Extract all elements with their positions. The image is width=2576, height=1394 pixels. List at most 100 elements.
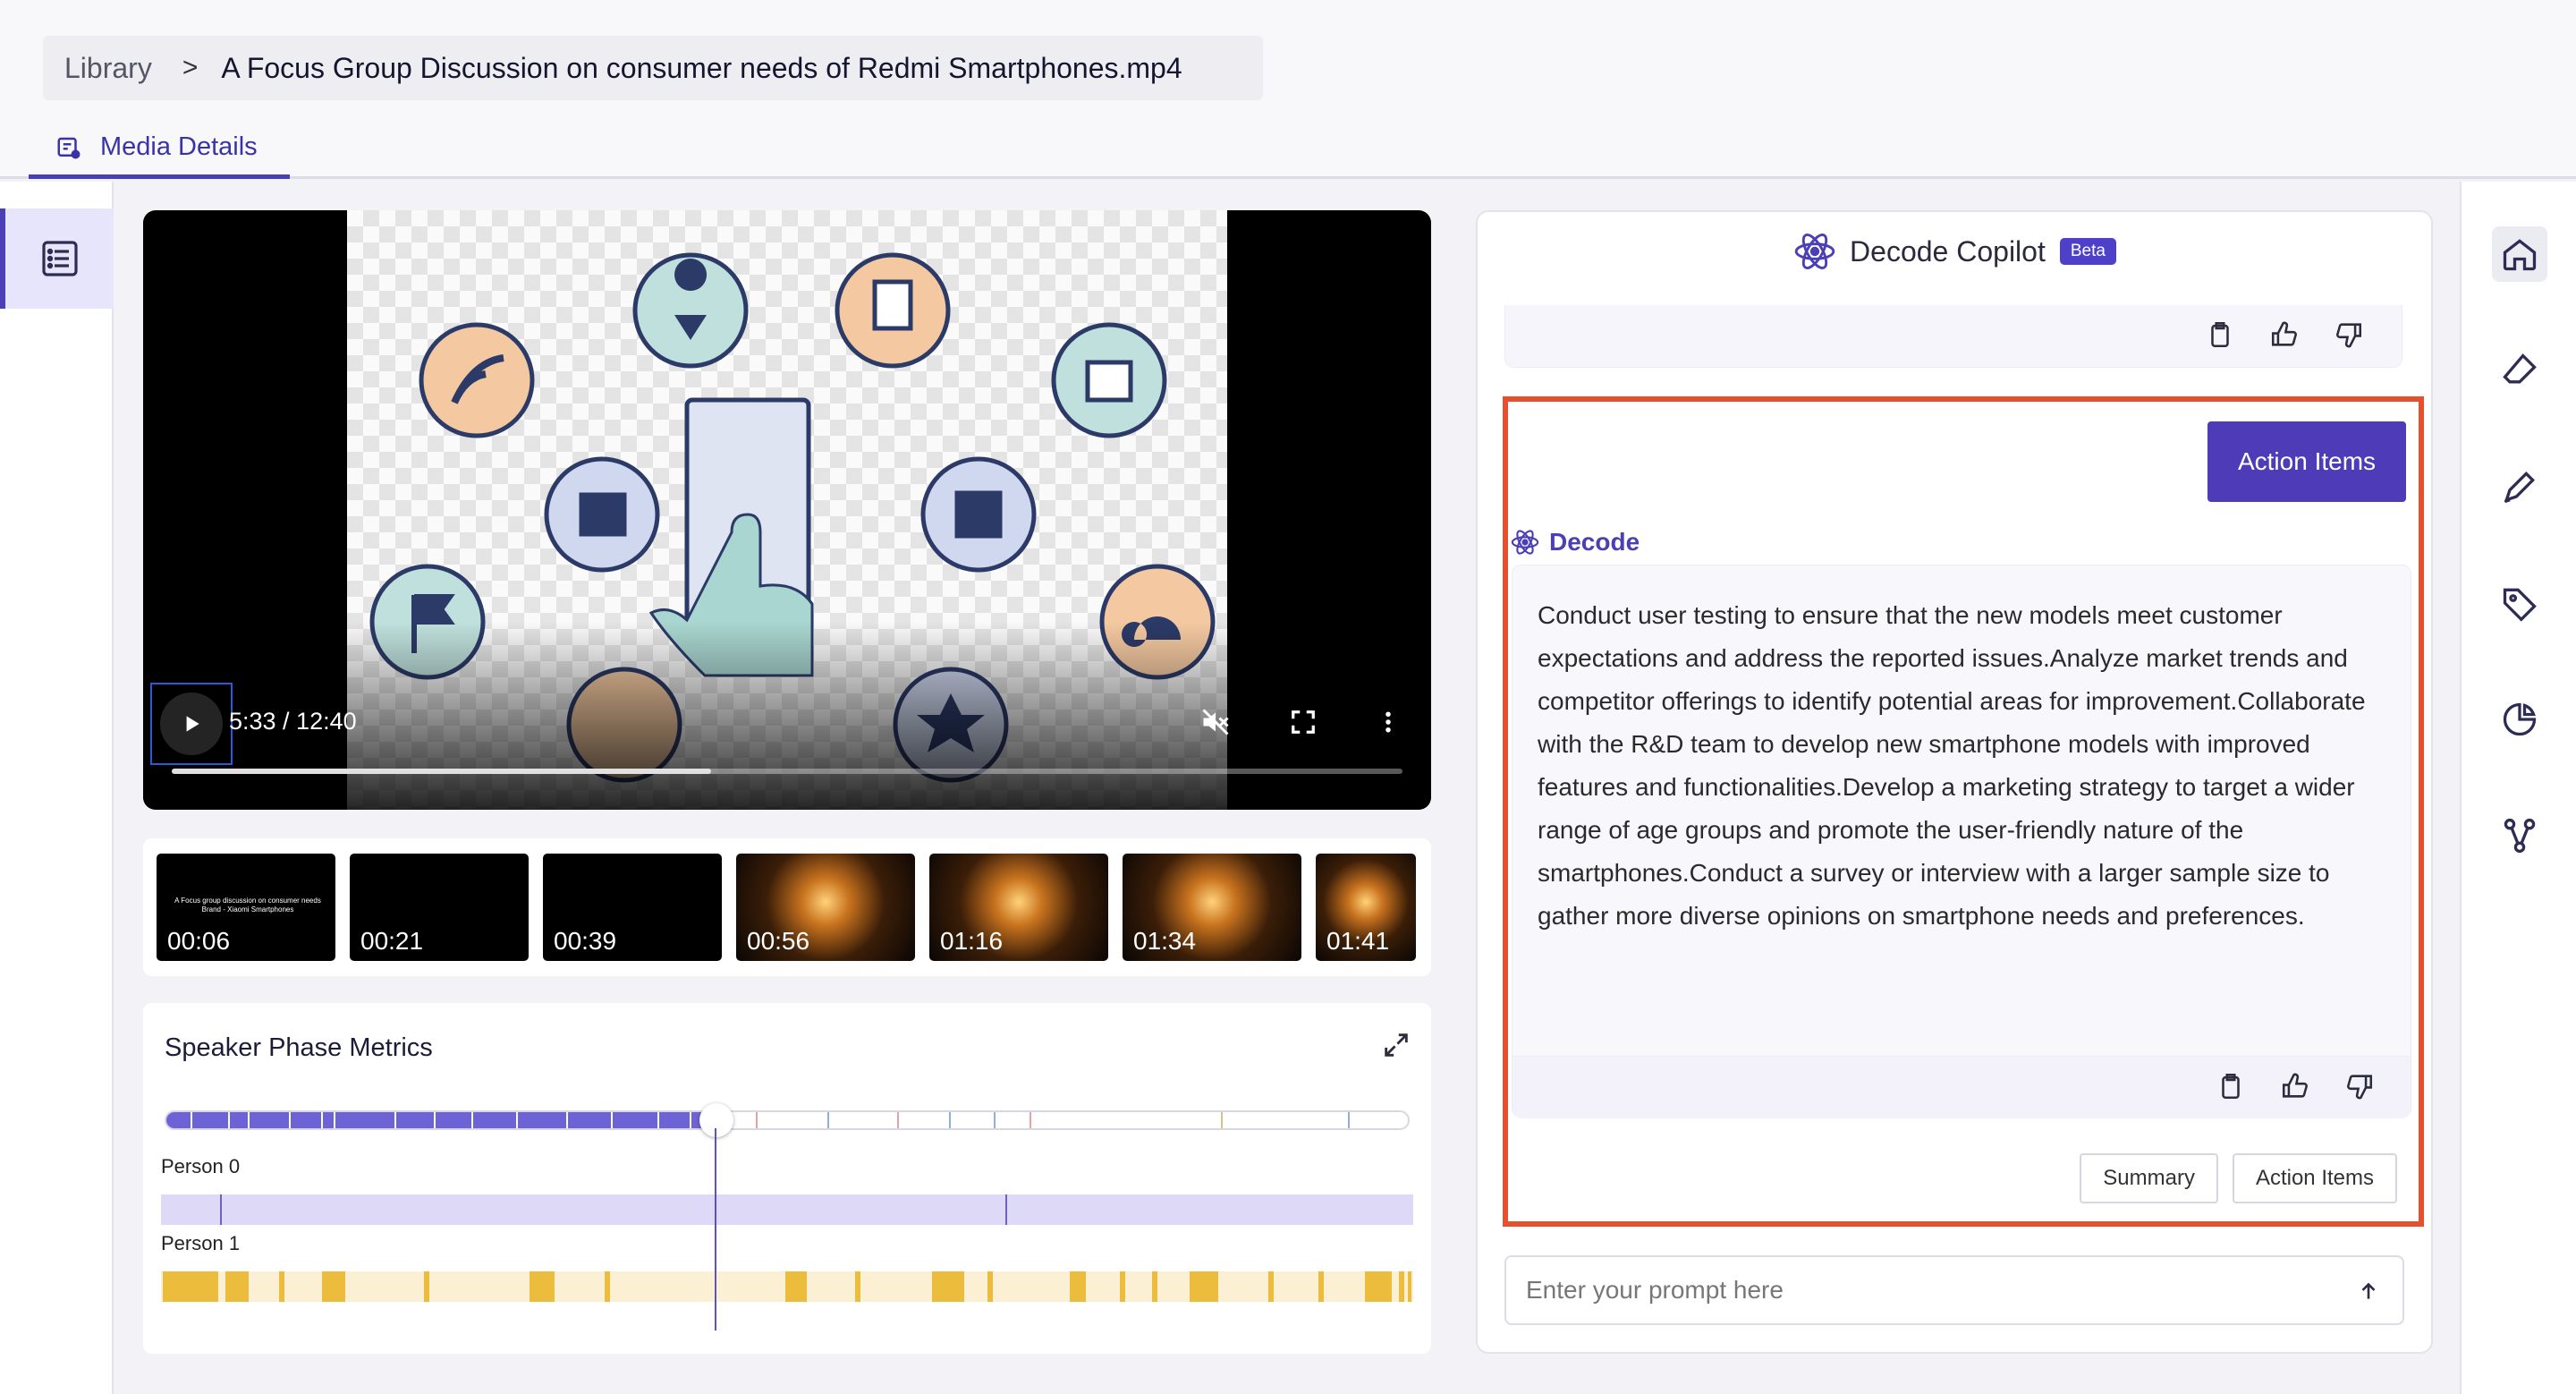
person-1-segment	[855, 1271, 860, 1302]
thumbnail[interactable]: 00:56	[736, 854, 915, 961]
person-0-label: Person 0	[161, 1155, 241, 1177]
thumbnail[interactable]: 01:41	[1316, 854, 1416, 961]
video-progress-fill	[172, 769, 711, 774]
copy-icon[interactable]	[2205, 319, 2235, 350]
copilot-panel: Decode Copilot Beta Action Items Decode …	[1476, 210, 2433, 1354]
assistant-label: Decode	[1510, 527, 1640, 557]
person-0-segment	[220, 1194, 222, 1225]
assistant-response-text: Conduct user testing to ensure that the …	[1538, 601, 2366, 930]
mute-icon	[1202, 709, 1229, 735]
play-button[interactable]	[150, 683, 233, 765]
tab-media-details[interactable]: Media Details	[29, 120, 290, 179]
eraser-icon[interactable]	[2492, 343, 2547, 398]
speaker-timeline[interactable]	[165, 1110, 1410, 1130]
thumbnail-strip: A Focus group discussion on consumer nee…	[143, 838, 1431, 976]
left-sidebar	[0, 182, 114, 1394]
person-1-segment	[424, 1271, 429, 1302]
video-player[interactable]: 5:33 / 12:40	[143, 210, 1431, 810]
assistant-response-card: Conduct user testing to ensure that the …	[1512, 565, 2411, 1118]
send-button[interactable]	[2351, 1273, 2386, 1309]
summary-button[interactable]: Summary	[2080, 1153, 2218, 1203]
copy-icon[interactable]	[2216, 1071, 2246, 1101]
person-1-segment	[1408, 1271, 1411, 1302]
fullscreen-button[interactable]	[1285, 704, 1321, 740]
person-1-lane	[161, 1271, 1413, 1302]
previous-response-card	[1504, 305, 2402, 368]
mute-button[interactable]	[1198, 704, 1233, 740]
play-icon	[186, 716, 199, 732]
right-sidebar	[2460, 182, 2576, 1394]
thumbnail-time: 01:34	[1133, 927, 1197, 955]
thumbnail[interactable]: 00:39	[543, 854, 722, 961]
breadcrumb-current-file: A Focus Group Discussion on consumer nee…	[221, 51, 1182, 84]
person-1-segment	[1152, 1271, 1157, 1302]
person-1-segment	[1318, 1271, 1324, 1302]
quick-action-buttons: Summary Action Items	[2080, 1153, 2397, 1203]
action-items-button[interactable]: Action Items	[2232, 1153, 2397, 1203]
home-icon[interactable]	[2492, 226, 2547, 282]
tab-label: Media Details	[100, 132, 258, 161]
video-progress-bar[interactable]	[172, 769, 1402, 774]
person-1-segment	[987, 1271, 993, 1302]
workflow-icon[interactable]	[2492, 808, 2547, 863]
breadcrumb: Library > A Focus Group Discussion on co…	[43, 36, 1263, 100]
thumbnail[interactable]: A Focus group discussion on consumer nee…	[157, 854, 335, 961]
speaker-phase-metrics: Speaker Phase Metrics Person 0 Person 1	[143, 1003, 1431, 1354]
more-vertical-icon	[1385, 711, 1391, 733]
thumbnail-time: 00:21	[360, 927, 424, 955]
timeline-scrubber[interactable]	[699, 1103, 733, 1137]
person-1-segment	[932, 1271, 964, 1302]
prompt-input[interactable]: Enter your prompt here	[1504, 1255, 2404, 1325]
person-0-segment	[1005, 1194, 1007, 1225]
media-details-icon	[57, 137, 80, 158]
tag-icon[interactable]	[2492, 575, 2547, 631]
expand-icon	[1385, 1033, 1408, 1057]
thumbnail[interactable]: 01:34	[1123, 854, 1301, 961]
breadcrumb-separator: >	[182, 53, 199, 82]
timeline-markers	[191, 1112, 1350, 1128]
feedback-row	[2205, 319, 2364, 350]
pen-icon[interactable]	[2492, 459, 2547, 514]
thumbnail[interactable]: 00:21	[350, 854, 529, 961]
beta-badge: Beta	[2059, 238, 2116, 265]
person-1-segment	[1190, 1271, 1218, 1302]
thumbs-up-icon[interactable]	[2280, 1071, 2310, 1101]
thumbnail-time: 00:06	[167, 927, 231, 955]
expand-button[interactable]	[1381, 1030, 1411, 1065]
video-time: 5:33 / 12:40	[229, 708, 357, 735]
person-1-segment	[322, 1271, 345, 1302]
top-header: Library > A Focus Group Discussion on co…	[0, 0, 2576, 179]
user-message-bubble: Action Items	[2207, 421, 2406, 502]
person-1-label: Person 1	[161, 1232, 241, 1254]
response-actions	[1513, 1056, 2411, 1118]
thumbnail-caption: A Focus group discussion on consumer nee…	[174, 897, 321, 914]
prompt-placeholder: Enter your prompt here	[1526, 1276, 1784, 1304]
assistant-name: Decode	[1549, 528, 1640, 556]
breadcrumb-library-link[interactable]: Library	[64, 52, 152, 85]
person-1-segment	[1268, 1271, 1274, 1302]
thumbs-down-icon[interactable]	[2334, 319, 2364, 350]
more-options-button[interactable]	[1370, 704, 1406, 740]
person-0-lane	[161, 1194, 1413, 1225]
person-1-segment	[605, 1271, 610, 1302]
atom-icon	[1511, 530, 1539, 555]
thumbnail-time: 01:41	[1326, 927, 1390, 955]
atom-icon	[1792, 229, 1837, 274]
timeline-playhead	[715, 1128, 716, 1330]
thumbnail-time: 01:16	[940, 927, 1004, 955]
highlighted-conversation: Action Items Decode Conduct user testing…	[1503, 396, 2424, 1227]
sidebar-item-transcript[interactable]	[0, 208, 114, 309]
pie-chart-icon[interactable]	[2492, 692, 2547, 747]
thumbs-up-icon[interactable]	[2269, 319, 2300, 350]
copilot-header: Decode Copilot Beta	[1478, 225, 2431, 278]
thumbs-down-icon[interactable]	[2344, 1071, 2375, 1101]
thumbnail-time: 00:39	[554, 927, 617, 955]
list-icon	[41, 241, 78, 276]
copilot-title: Decode Copilot	[1850, 234, 2046, 268]
thumbnail[interactable]: 01:16	[929, 854, 1108, 961]
person-1-segment	[1120, 1271, 1125, 1302]
person-1-segment	[225, 1271, 249, 1302]
feedback-row	[2216, 1071, 2375, 1101]
person-1-segment	[1399, 1271, 1404, 1302]
fullscreen-icon	[1292, 710, 1315, 734]
